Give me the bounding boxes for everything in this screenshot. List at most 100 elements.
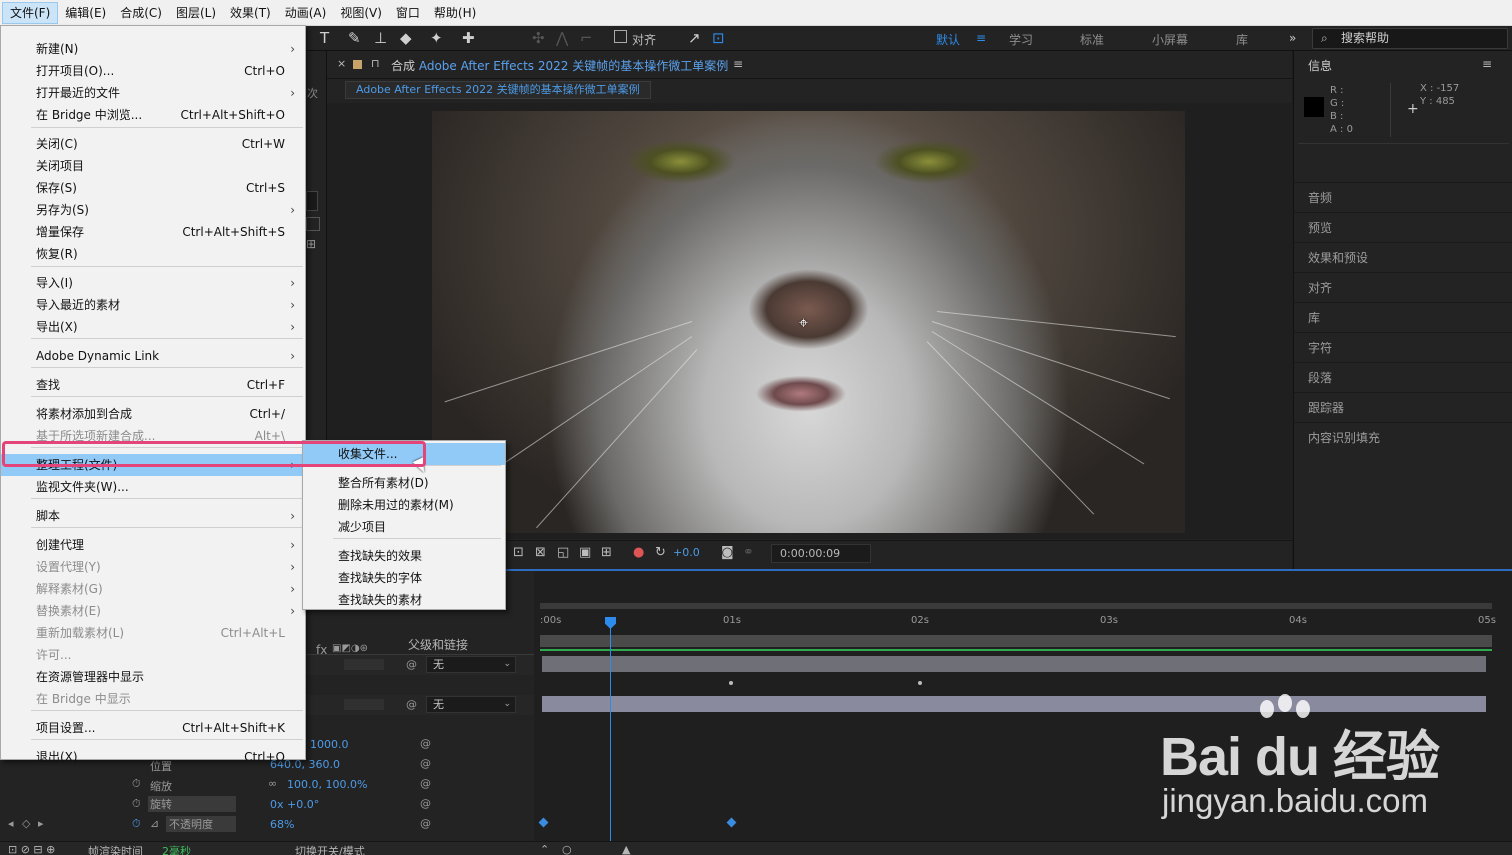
- anchor-point-value[interactable]: 1000.0: [310, 738, 349, 751]
- panel-align[interactable]: 对齐: [1294, 272, 1512, 302]
- status-icons[interactable]: ⊡ ⊘ ⊟ ⊕: [8, 843, 55, 855]
- clone-stamp-tool-icon[interactable]: ⊥: [374, 29, 387, 47]
- toggle-switches-modes[interactable]: 切换开关/模式: [295, 843, 365, 855]
- expression-spiral-icon[interactable]: @: [420, 797, 431, 810]
- file-menu-item[interactable]: 替换素材(E) ›: [1, 600, 305, 622]
- opacity-value[interactable]: 68%: [270, 818, 294, 831]
- submenu-item[interactable]: 删除未用过的素材(M): [303, 494, 505, 516]
- workspace-overflow-icon[interactable]: »: [1289, 31, 1296, 45]
- file-menu-item[interactable]: 在 Bridge 中显示: [1, 688, 305, 710]
- work-area-bar[interactable]: [540, 635, 1492, 647]
- stopwatch-icon[interactable]: ⏱: [132, 797, 141, 811]
- layer-switches[interactable]: [344, 699, 384, 710]
- expression-spiral-icon[interactable]: @: [420, 757, 431, 770]
- file-menu-item[interactable]: Adobe Dynamic Link ›: [1, 345, 305, 367]
- composition-tab-title[interactable]: 合成 Adobe After Effects 2022 关键帧的基本操作微工单案…: [391, 57, 728, 74]
- file-menu-item[interactable]: 设置代理(Y) ›: [1, 556, 305, 578]
- file-menu-item[interactable]: 监视文件夹(W)...: [1, 476, 305, 498]
- layer-duration-bar[interactable]: [542, 656, 1486, 672]
- zoom-slider-thumb[interactable]: ○: [562, 843, 572, 855]
- parent-select[interactable]: 无 ⌄: [426, 696, 516, 713]
- file-menu-item[interactable]: 关闭(C) Ctrl+W: [1, 133, 305, 155]
- panel-content-aware-fill[interactable]: 内容识别填充: [1294, 422, 1512, 452]
- region-of-interest-icon[interactable]: ▣: [579, 545, 591, 560]
- panel-preview[interactable]: 预览: [1294, 212, 1512, 242]
- file-menu-item[interactable]: 恢复(R): [1, 243, 305, 265]
- submenu-item[interactable]: 整合所有素材(D): [303, 472, 505, 494]
- panel-menu-icon[interactable]: ≡: [733, 57, 743, 71]
- panel-paragraph[interactable]: 段落: [1294, 362, 1512, 392]
- reset-exposure-icon[interactable]: ↻: [655, 545, 666, 560]
- prev-keyframe-icon[interactable]: ◂: [8, 817, 14, 830]
- flowchart-icon[interactable]: ⊞: [306, 237, 316, 251]
- menu-edit[interactable]: 编辑(E): [58, 2, 113, 24]
- constrain-proportions-icon[interactable]: ∞: [268, 777, 277, 790]
- info-panel-menu-icon[interactable]: ≡: [1482, 57, 1492, 71]
- panel-character[interactable]: 字符: [1294, 332, 1512, 362]
- file-menu-item[interactable]: 脚本 ›: [1, 505, 305, 527]
- menu-window[interactable]: 窗口: [389, 2, 427, 24]
- time-ruler[interactable]: :00s 01s 02s 03s 04s 05s: [534, 611, 1512, 633]
- menu-view[interactable]: 视图(V): [333, 2, 389, 24]
- menu-file[interactable]: 文件(F): [2, 1, 59, 24]
- panel-tracker[interactable]: 跟踪器: [1294, 392, 1512, 422]
- keyframe-diamond[interactable]: [538, 817, 549, 828]
- submenu-item[interactable]: 减少项目: [303, 516, 505, 538]
- menu-effect[interactable]: 效果(T): [223, 2, 278, 24]
- snap-feature-icon[interactable]: ↗: [688, 29, 701, 47]
- stopwatch-active-icon[interactable]: ⏱: [132, 817, 141, 831]
- exposure-value[interactable]: +0.0: [673, 546, 700, 559]
- roto-brush-tool-icon[interactable]: ✦: [430, 29, 443, 47]
- mask-path-icon[interactable]: ◱: [557, 545, 569, 560]
- workspace-libraries[interactable]: 库: [1236, 31, 1248, 48]
- submenu-item[interactable]: 查找缺失的效果: [303, 545, 505, 567]
- panel-effects-presets[interactable]: 效果和预设: [1294, 242, 1512, 272]
- panel-audio[interactable]: 音频: [1294, 182, 1512, 212]
- search-help-input[interactable]: ⌕ 搜索帮助: [1312, 28, 1508, 49]
- brush-tool-icon[interactable]: ✎: [348, 29, 361, 47]
- file-menu-item[interactable]: 导出(X) ›: [1, 316, 305, 338]
- add-keyframe-icon[interactable]: ◇: [22, 817, 30, 830]
- type-tool-icon[interactable]: T: [320, 29, 329, 47]
- expression-spiral-icon[interactable]: @: [420, 777, 431, 790]
- menu-help[interactable]: 帮助(H): [427, 2, 483, 24]
- workspace-default[interactable]: 默认: [936, 31, 960, 48]
- keyframe-diamond[interactable]: [726, 817, 737, 828]
- pick-whip-icon[interactable]: @: [406, 698, 417, 711]
- file-menu-item[interactable]: 打开项目(O)... Ctrl+O: [1, 60, 305, 82]
- layer-switches[interactable]: [344, 659, 384, 670]
- keyframe-dot[interactable]: [729, 681, 733, 685]
- graph-icon[interactable]: ⊿: [150, 817, 159, 830]
- file-menu-item[interactable]: 在 Bridge 中浏览... Ctrl+Alt+Shift+O: [1, 104, 305, 126]
- zoom-in-icon[interactable]: ▲: [622, 843, 630, 855]
- file-menu-item[interactable]: 另存为(S) ›: [1, 199, 305, 221]
- parent-select[interactable]: 无 ⌄: [426, 656, 516, 673]
- file-menu-item[interactable]: 许可...: [1, 644, 305, 666]
- file-menu-item[interactable]: 重新加载素材(L) Ctrl+Alt+L: [1, 622, 305, 644]
- file-menu-item[interactable]: 项目设置... Ctrl+Alt+Shift+K: [1, 717, 305, 739]
- channel-icon[interactable]: ●: [633, 545, 644, 560]
- expression-spiral-icon[interactable]: @: [420, 737, 431, 750]
- submenu-item[interactable]: 查找缺失的素材: [303, 589, 505, 611]
- keyframe-dot[interactable]: [918, 681, 922, 685]
- file-menu-item[interactable]: 导入(I) ›: [1, 272, 305, 294]
- eraser-tool-icon[interactable]: ◆: [400, 29, 412, 47]
- current-time-indicator[interactable]: [610, 621, 611, 841]
- workspace-small-screen[interactable]: 小屏幕: [1152, 31, 1188, 48]
- current-time-display[interactable]: 0:00:00:09: [771, 544, 871, 563]
- file-menu-item[interactable]: 打开最近的文件 ›: [1, 82, 305, 104]
- scale-value[interactable]: 100.0, 100.0%: [287, 778, 367, 791]
- zoom-out-icon[interactable]: ⌃: [540, 843, 549, 855]
- file-menu-item[interactable]: 将素材添加到合成 Ctrl+/: [1, 403, 305, 425]
- snap-checkbox[interactable]: [614, 30, 627, 43]
- lock-icon[interactable]: ⊓: [371, 57, 380, 70]
- menu-layer[interactable]: 图层(L): [169, 2, 223, 24]
- menu-animation[interactable]: 动画(A): [278, 2, 334, 24]
- composition-breadcrumb[interactable]: Adobe After Effects 2022 关键帧的基本操作微工单案例: [345, 81, 651, 99]
- workspace-standard[interactable]: 标准: [1080, 31, 1104, 48]
- rotation-value[interactable]: 0x +0.0°: [270, 798, 319, 811]
- pick-whip-icon[interactable]: @: [406, 658, 417, 671]
- file-menu-item[interactable]: 解释素材(G) ›: [1, 578, 305, 600]
- file-menu-item[interactable]: 导入最近的素材 ›: [1, 294, 305, 316]
- submenu-item[interactable]: 查找缺失的字体: [303, 567, 505, 589]
